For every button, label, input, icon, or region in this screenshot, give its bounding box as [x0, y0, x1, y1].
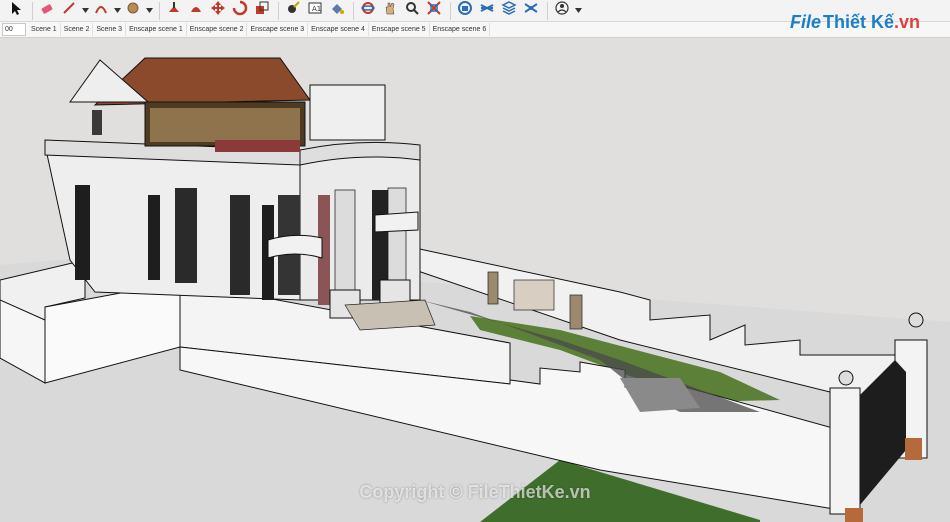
scene-tab[interactable]: Enscape scene 6: [430, 23, 491, 36]
extension-manager-button[interactable]: [521, 1, 541, 21]
scene-tab[interactable]: Enscape scene 5: [369, 23, 430, 36]
pan-tool-icon: [382, 0, 398, 21]
toolbar-separator: [450, 1, 451, 20]
zoom-extents-icon: [426, 0, 442, 21]
scene-tab[interactable]: Enscape scene 4: [308, 23, 369, 36]
zoom-extents-button[interactable]: [424, 1, 444, 21]
eraser-tool-icon: [39, 0, 55, 21]
line-tool-icon: [61, 0, 77, 21]
eraser-tool-button[interactable]: [37, 1, 57, 21]
villa-model-render: [0, 57, 950, 522]
scene-tab[interactable]: Scene 2: [61, 23, 94, 36]
move-tool-icon: [210, 0, 226, 21]
zoom-tool-button[interactable]: [402, 1, 422, 21]
window-left-1: [75, 185, 90, 280]
tape-measure-icon: [285, 0, 301, 21]
filethietke-logo: File Thiết Kế .vn: [790, 12, 920, 33]
chevron-down-icon[interactable]: [113, 1, 121, 21]
pan-tool-button[interactable]: [380, 1, 400, 21]
chevron-down-icon[interactable]: [145, 1, 153, 21]
scale-tool-icon: [254, 0, 270, 21]
rotate-tool-button[interactable]: [230, 0, 250, 21]
arc-tool-icon: [93, 0, 109, 21]
pushpull-tool-button[interactable]: [164, 1, 184, 21]
logo-rest-text: Thiết Kế: [822, 12, 894, 32]
orbit-tool-icon: [360, 0, 376, 21]
warehouse-button[interactable]: [455, 1, 475, 21]
chevron-down-icon[interactable]: [81, 1, 89, 21]
model-viewport[interactable]: Copyright © FileThietKe.vn: [0, 38, 950, 522]
copyright-watermark: Copyright © FileThietKe.vn: [359, 482, 591, 502]
extension-icon: [479, 0, 495, 21]
paint-bucket-button[interactable]: [327, 1, 347, 21]
account-icon: [554, 0, 570, 21]
chevron-down-icon[interactable]: [574, 1, 582, 21]
warehouse-icon: [457, 0, 473, 21]
line-tool-button[interactable]: [59, 1, 79, 21]
zoom-tool-icon: [404, 0, 420, 21]
shape-tool-icon: [125, 0, 141, 21]
text-tool-icon: A1: [307, 0, 323, 21]
followme-tool-icon: [188, 0, 204, 21]
layers-icon: [501, 0, 517, 21]
column: [334, 189, 356, 301]
svg-text:A1: A1: [312, 5, 321, 13]
scene-tab[interactable]: Scene 3: [93, 23, 127, 36]
select-tool-icon: [8, 0, 24, 21]
pushpull-tool-icon: [166, 0, 182, 21]
toolbar-separator: [278, 1, 279, 20]
toolbar-separator: [159, 1, 160, 20]
layers-button[interactable]: [499, 1, 519, 21]
select-tool-button[interactable]: [6, 1, 26, 21]
scene-tab[interactable]: Enscape scene 3: [247, 23, 309, 36]
arc-tool-button[interactable]: [91, 1, 111, 21]
account-button[interactable]: [552, 1, 572, 21]
extension-button[interactable]: [477, 1, 497, 21]
scale-tool-button[interactable]: [252, 1, 272, 21]
toolbar-separator: [32, 1, 33, 20]
logo-file-text: File: [789, 12, 821, 32]
orbit-tool-button[interactable]: [358, 1, 378, 21]
toolbar-separator: [353, 1, 354, 20]
move-tool-button[interactable]: [208, 1, 228, 21]
scene-tab[interactable]: Enscape scene 1: [126, 23, 187, 36]
extension-manager-icon: [523, 0, 539, 21]
text-tool-button[interactable]: A1: [305, 1, 325, 21]
toolbar-separator: [547, 1, 548, 20]
paint-bucket-icon: [329, 0, 345, 21]
rotate-tool-icon: [232, 0, 248, 21]
shape-tool-button[interactable]: [123, 1, 143, 21]
followme-tool-button[interactable]: [186, 1, 206, 21]
scene-tab[interactable]: Scene 1: [28, 23, 61, 36]
logo-domain-text: .vn: [893, 12, 920, 32]
tape-measure-button[interactable]: [283, 1, 303, 21]
scene-tab[interactable]: Enscape scene 2: [187, 23, 248, 36]
measurements-field[interactable]: 00: [2, 23, 26, 36]
